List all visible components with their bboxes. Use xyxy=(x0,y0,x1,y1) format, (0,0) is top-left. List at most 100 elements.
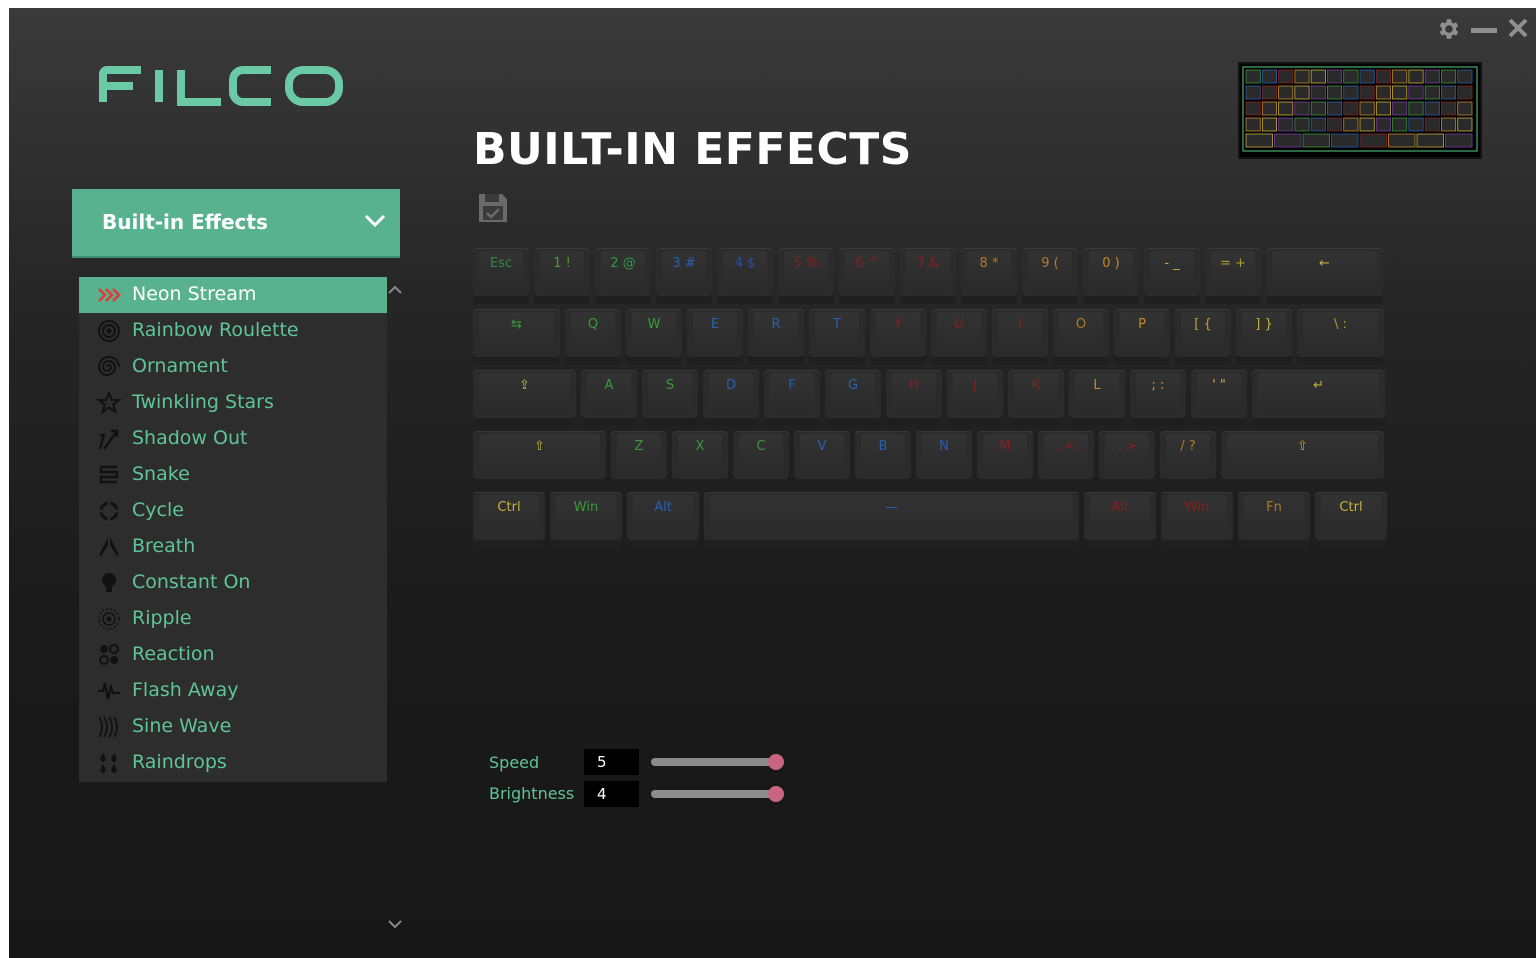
key-label: ⇧ xyxy=(534,439,545,454)
key[interactable]: ⇪ xyxy=(473,370,576,426)
key[interactable]: \ : xyxy=(1297,309,1384,365)
key[interactable]: 9 ( xyxy=(1022,248,1078,304)
key[interactable]: Z xyxy=(611,431,667,487)
key[interactable]: 0 ) xyxy=(1083,248,1139,304)
save-icon[interactable] xyxy=(476,191,510,230)
preview-key xyxy=(1261,101,1277,116)
key[interactable]: T xyxy=(809,309,865,365)
key[interactable]: V xyxy=(794,431,850,487)
effect-item[interactable]: Ornament xyxy=(79,349,387,385)
effect-item[interactable]: Sine Wave xyxy=(79,709,387,745)
key[interactable]: L xyxy=(1069,370,1125,426)
arrow-out-icon xyxy=(96,427,122,451)
speed-slider-thumb[interactable] xyxy=(768,754,784,770)
key[interactable]: U xyxy=(931,309,987,365)
key[interactable]: 4 $ xyxy=(717,248,773,304)
key[interactable]: Win xyxy=(550,492,622,548)
effect-item[interactable]: Rainbow Roulette xyxy=(79,313,387,349)
key[interactable]: 7 & xyxy=(900,248,956,304)
key[interactable]: 8 * xyxy=(961,248,1017,304)
key[interactable]: Q xyxy=(565,309,621,365)
effect-item[interactable]: Breath xyxy=(79,529,387,565)
key[interactable]: H xyxy=(886,370,942,426)
close-icon[interactable] xyxy=(1506,16,1530,44)
effect-item[interactable]: Raindrops xyxy=(79,745,387,781)
key[interactable]: ← xyxy=(1266,248,1383,304)
key[interactable]: Fn xyxy=(1238,492,1310,548)
key[interactable]: O xyxy=(1053,309,1109,365)
key[interactable]: S xyxy=(642,370,698,426)
key[interactable]: Ctrl xyxy=(473,492,545,548)
page-title: BUILT-IN EFFECTS xyxy=(473,124,912,175)
key[interactable]: 1 ! xyxy=(534,248,590,304)
key[interactable]: W xyxy=(626,309,682,365)
preview-key xyxy=(1392,85,1408,100)
effect-item[interactable]: Shadow Out xyxy=(79,421,387,457)
key[interactable]: 6 ^ xyxy=(839,248,895,304)
key[interactable]: A xyxy=(581,370,637,426)
key-label: 7 & xyxy=(916,256,940,271)
key[interactable]: P xyxy=(1114,309,1170,365)
key[interactable]: N xyxy=(916,431,972,487)
scroll-up-icon[interactable] xyxy=(387,282,403,300)
key[interactable]: E xyxy=(687,309,743,365)
effect-mode-dropdown[interactable]: Built-in Effects xyxy=(72,189,400,258)
key[interactable]: G xyxy=(825,370,881,426)
effect-item[interactable]: Twinkling Stars xyxy=(79,385,387,421)
key[interactable]: X xyxy=(672,431,728,487)
key[interactable]: ] } xyxy=(1236,309,1292,365)
key[interactable]: K xyxy=(1008,370,1064,426)
minimize-icon[interactable] xyxy=(1471,28,1497,33)
effect-item[interactable]: Snake xyxy=(79,457,387,493)
effect-item[interactable]: Reaction xyxy=(79,637,387,673)
effect-item-label: Sine Wave xyxy=(132,715,232,737)
key[interactable]: ⇧ xyxy=(473,431,606,487)
key[interactable]: ⇧ xyxy=(1221,431,1384,487)
key[interactable]: 3 # xyxy=(656,248,712,304)
key-label: A xyxy=(604,378,614,393)
key[interactable]: J xyxy=(947,370,1003,426)
key[interactable]: ' " xyxy=(1191,370,1247,426)
effect-item-label: Reaction xyxy=(132,643,215,665)
key[interactable]: Win xyxy=(1161,492,1233,548)
key[interactable]: Alt xyxy=(627,492,699,548)
key[interactable]: — xyxy=(704,492,1079,548)
scroll-down-icon[interactable] xyxy=(387,916,403,934)
effect-item[interactable]: Ripple xyxy=(79,601,387,637)
key[interactable]: ; : xyxy=(1130,370,1186,426)
key[interactable]: , < xyxy=(1038,431,1094,487)
key[interactable]: B xyxy=(855,431,911,487)
key[interactable]: I xyxy=(992,309,1048,365)
brightness-value[interactable]: 4 xyxy=(584,781,639,807)
speed-value[interactable]: 5 xyxy=(584,749,639,775)
key[interactable]: = + xyxy=(1205,248,1261,304)
key[interactable]: / ? xyxy=(1160,431,1216,487)
key[interactable]: Y xyxy=(870,309,926,365)
key[interactable]: F xyxy=(764,370,820,426)
effect-item[interactable]: Constant On xyxy=(79,565,387,601)
speed-slider[interactable] xyxy=(651,754,784,770)
key[interactable]: M xyxy=(977,431,1033,487)
key[interactable]: C xyxy=(733,431,789,487)
key[interactable]: Esc xyxy=(473,248,529,304)
key[interactable]: - _ xyxy=(1144,248,1200,304)
brightness-slider[interactable] xyxy=(651,786,784,802)
key[interactable]: ⇆ xyxy=(473,309,560,365)
key[interactable]: ↵ xyxy=(1252,370,1385,426)
key[interactable]: 5 % xyxy=(778,248,834,304)
key[interactable]: R xyxy=(748,309,804,365)
gear-icon[interactable] xyxy=(1435,16,1461,44)
brightness-slider-thumb[interactable] xyxy=(768,786,784,802)
effect-item[interactable]: Neon Stream xyxy=(79,277,387,313)
key[interactable]: Alt xyxy=(1084,492,1156,548)
key-label: Esc xyxy=(489,256,513,271)
key[interactable]: . > xyxy=(1099,431,1155,487)
key[interactable]: [ { xyxy=(1175,309,1231,365)
effect-item[interactable]: Flash Away xyxy=(79,673,387,709)
preview-key xyxy=(1441,117,1457,132)
key[interactable]: Ctrl xyxy=(1315,492,1387,548)
key[interactable]: D xyxy=(703,370,759,426)
preview-key xyxy=(1302,133,1330,148)
key[interactable]: 2 @ xyxy=(595,248,651,304)
effect-item[interactable]: Cycle xyxy=(79,493,387,529)
